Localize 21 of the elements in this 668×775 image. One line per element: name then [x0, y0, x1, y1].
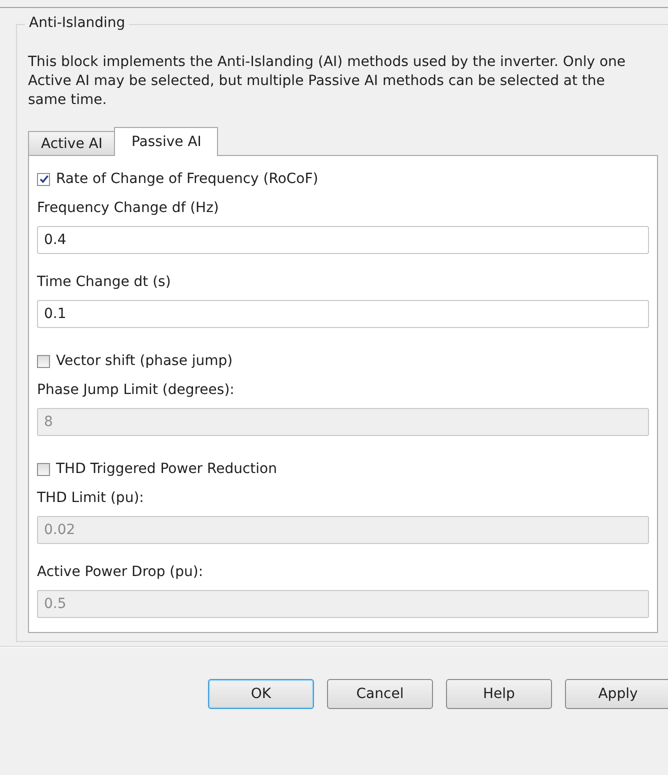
dialog-button[interactable]: OK: [208, 679, 314, 709]
dialog-button[interactable]: Apply: [565, 679, 668, 709]
description-text: This block implements the Anti-Islanding (AI) methods used by the inverter. Only one Active AI may be selected, but multiple Passive AI methods can be selected at the same time.: [28, 53, 627, 110]
checkbox-label[interactable]: THD Triggered Power Reduction: [56, 461, 277, 477]
checkbox[interactable]: [37, 354, 50, 368]
input-field[interactable]: 0.1: [37, 300, 649, 328]
field-label: Time Change dt (s): [37, 274, 172, 292]
checkbox[interactable]: [37, 172, 50, 186]
field-label: Phase Jump Limit (degrees):: [37, 382, 236, 400]
checkbox[interactable]: [37, 462, 50, 476]
checkbox-label[interactable]: Rate of Change of Frequency (RoCoF): [56, 171, 318, 187]
dialog-button[interactable]: Help: [446, 679, 552, 709]
tab[interactable]: Active AI: [28, 131, 116, 155]
field-label: Active Power Drop (pu):: [37, 564, 204, 582]
input-field[interactable]: 0.4: [37, 226, 649, 254]
field-label: THD Limit (pu):: [37, 490, 145, 508]
checkbox-label[interactable]: Vector shift (phase jump): [56, 353, 233, 369]
tab[interactable]: Passive AI: [114, 127, 218, 156]
dialog-button[interactable]: Cancel: [327, 679, 433, 709]
group-title: Anti-Islanding: [25, 15, 130, 31]
field-label: Frequency Change df (Hz): [37, 200, 220, 218]
